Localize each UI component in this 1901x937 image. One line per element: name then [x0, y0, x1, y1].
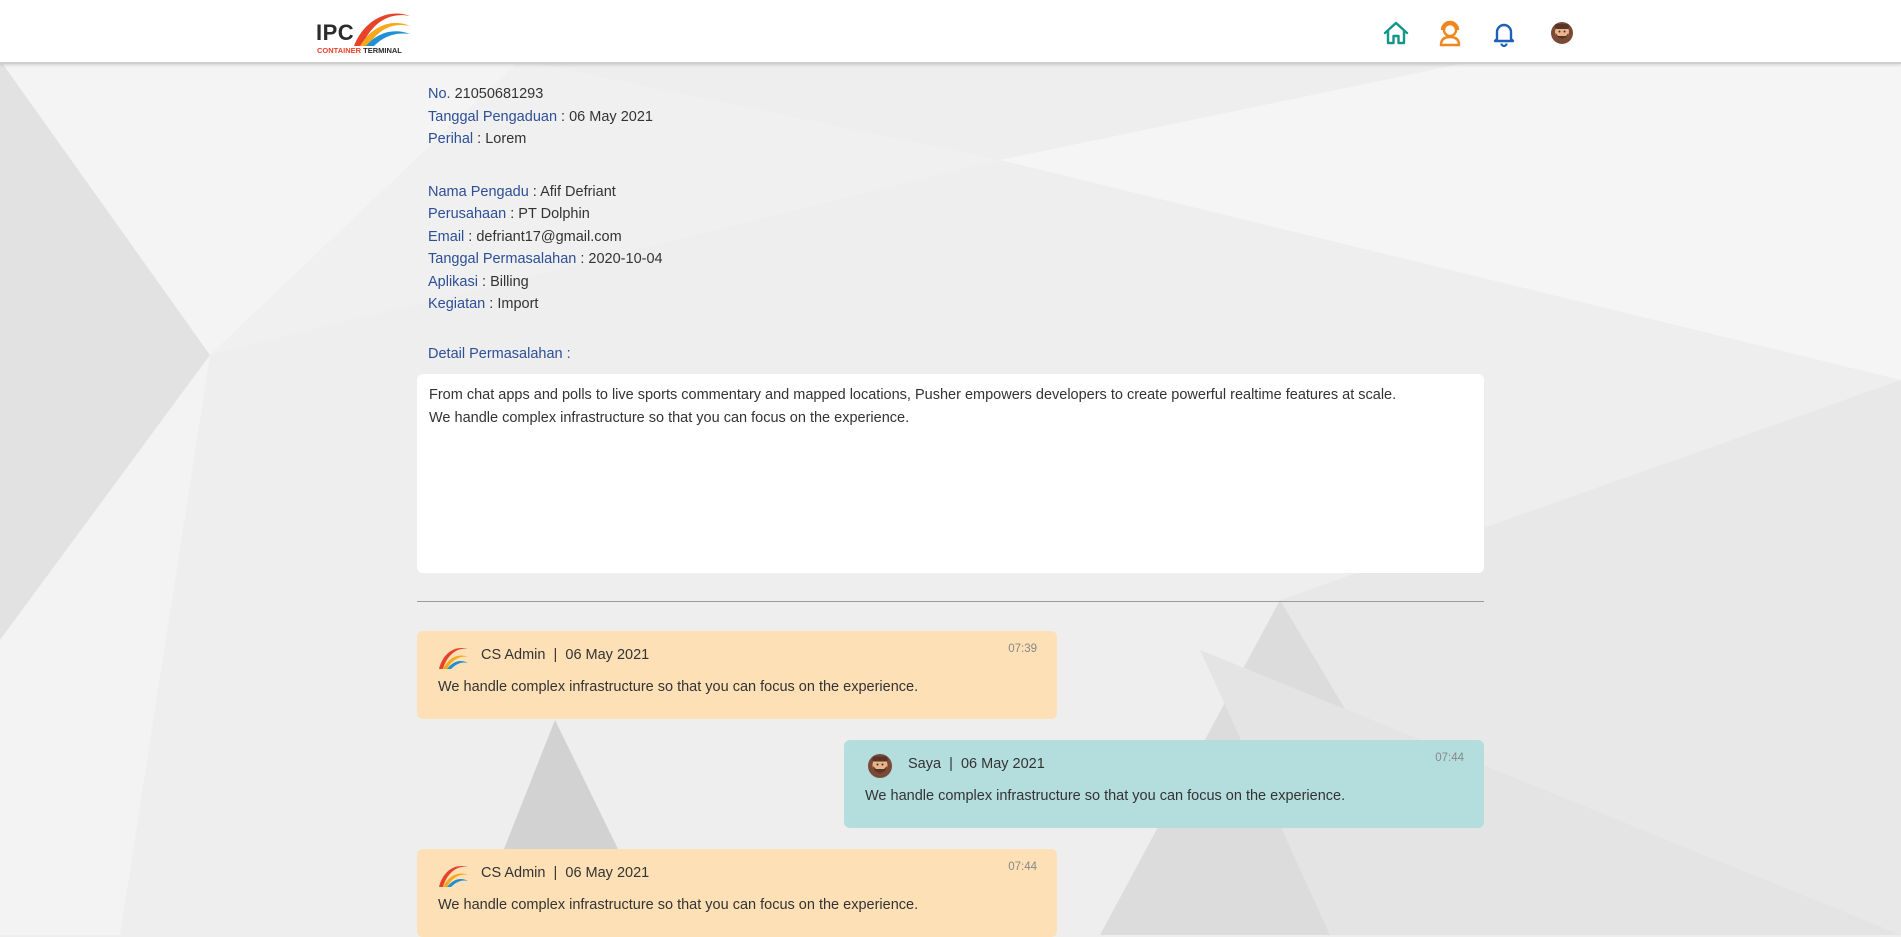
- logo-text: IPC: [316, 20, 355, 45]
- message-time: 07:44: [1008, 861, 1037, 873]
- message-text: We handle complex infrastructure so that…: [438, 897, 919, 913]
- complainant-name: Nama Pengadu : Afif Defriant: [428, 184, 616, 200]
- message-text: We handle complex infrastructure so that…: [438, 679, 919, 695]
- message-time: 07:39: [1008, 643, 1037, 655]
- cs-admin-logo-icon: [439, 647, 468, 669]
- support-agent-icon[interactable]: [1436, 19, 1464, 47]
- message-header: Saya | 06 May 2021: [908, 756, 1045, 772]
- user-avatar-icon: [868, 754, 892, 778]
- detail-box: From chat apps and polls to live sports …: [417, 374, 1484, 573]
- user-avatar-icon[interactable]: [1548, 19, 1576, 47]
- logo-swoosh-icon: [354, 13, 410, 46]
- logo-subtitle: CONTAINER TERMINAL: [317, 46, 402, 55]
- bell-icon[interactable]: [1490, 19, 1518, 47]
- activity: Kegiatan : Import: [428, 296, 539, 312]
- chat-message: CS Admin | 06 May 2021 07:39 We handle c…: [417, 631, 1057, 719]
- divider: [417, 601, 1484, 602]
- top-navbar: IPC CONTAINER TERMINAL: [0, 0, 1901, 64]
- chat-message: Saya | 06 May 2021 07:44 We handle compl…: [844, 740, 1484, 828]
- message-text: We handle complex infrastructure so that…: [865, 788, 1346, 804]
- message-header: CS Admin | 06 May 2021: [481, 865, 650, 881]
- detail-label: Detail Permasalahan :: [428, 346, 571, 362]
- complainant-company: Perusahaan : PT Dolphin: [428, 206, 590, 222]
- chat-message: CS Admin | 06 May 2021 07:44 We handle c…: [417, 849, 1057, 937]
- cs-admin-logo-icon: [439, 865, 468, 887]
- ticket-subject: Perihal : Lorem: [428, 131, 527, 147]
- ticket-detail: No. 21050681293 Tanggal Pengaduan : 06 M…: [0, 0, 1901, 937]
- ticket-date: Tanggal Pengaduan : 06 May 2021: [428, 109, 653, 125]
- ticket-number: No. 21050681293: [428, 86, 544, 102]
- message-time: 07:44: [1435, 752, 1464, 764]
- ipc-logo[interactable]: IPC CONTAINER TERMINAL: [314, 4, 414, 58]
- message-header: CS Admin | 06 May 2021: [481, 647, 650, 663]
- problem-date: Tanggal Permasalahan : 2020-10-04: [428, 251, 663, 267]
- complainant-email: Email : defriant17@gmail.com: [428, 229, 622, 245]
- detail-text: From chat apps and polls to live sports …: [429, 387, 1397, 426]
- home-icon[interactable]: [1382, 19, 1410, 47]
- application: Aplikasi : Billing: [428, 274, 529, 290]
